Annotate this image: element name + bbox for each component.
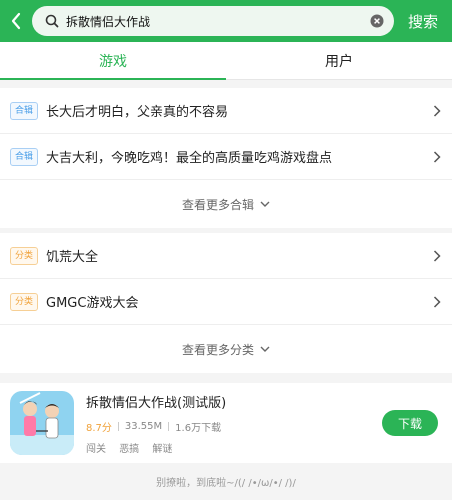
more-categories-button[interactable]: 查看更多分类 <box>0 325 452 373</box>
chevron-down-icon <box>260 201 270 208</box>
collection-item[interactable]: 合辑 长大后才明白，父亲真的不容易 <box>0 88 452 134</box>
chevron-right-icon <box>432 249 442 263</box>
category-item[interactable]: 分类 GMGC游戏大会 <box>0 279 452 325</box>
app-size: 33.55M <box>124 420 163 432</box>
back-arrow-icon <box>11 12 21 30</box>
app-tag: 恶搞 <box>119 443 140 455</box>
collection-item[interactable]: 合辑 大吉大利，今晚吃鸡！最全的高质量吃鸡游戏盘点 <box>0 134 452 180</box>
app-meta: 8.7分 33.55M 1.6万下载 <box>86 419 382 434</box>
divider <box>117 421 119 431</box>
app-downloads: 1.6万下载 <box>175 422 222 434</box>
search-button[interactable]: 搜索 <box>408 11 438 32</box>
tab-users[interactable]: 用户 <box>226 42 452 79</box>
category-item[interactable]: 分类 饥荒大全 <box>0 233 452 279</box>
search-box[interactable] <box>32 6 394 36</box>
categories-section: 分类 饥荒大全 分类 GMGC游戏大会 查看更多分类 <box>0 233 452 373</box>
search-input[interactable] <box>66 6 370 36</box>
collections-section: 合辑 长大后才明白，父亲真的不容易 合辑 大吉大利，今晚吃鸡！最全的高质量吃鸡游… <box>0 88 452 228</box>
app-info: 拆散情侣大作战(测试版) 8.7分 33.55M 1.6万下载 闯关 恶搞 解谜 <box>86 392 382 455</box>
back-button[interactable] <box>2 0 30 42</box>
clear-icon[interactable] <box>370 14 384 28</box>
app-icon[interactable] <box>10 391 74 455</box>
collection-title: 长大后才明白，父亲真的不容易 <box>46 105 229 120</box>
app-tag: 解谜 <box>152 443 173 455</box>
collection-tag: 合辑 <box>10 101 39 120</box>
chevron-right-icon <box>432 104 442 118</box>
app-tags: 闯关 恶搞 解谜 <box>86 440 382 455</box>
collection-title: 大吉大利，今晚吃鸡！最全的高质量吃鸡游戏盘点 <box>46 151 333 166</box>
category-tag: 分类 <box>10 246 39 265</box>
end-of-list-text: 别撩啦，到底啦~/(/ /•/ω/•/ /)/ <box>156 478 296 489</box>
tab-games[interactable]: 游戏 <box>0 42 226 80</box>
app-card[interactable]: 拆散情侣大作战(测试版) 8.7分 33.55M 1.6万下载 闯关 恶搞 解谜… <box>0 383 452 463</box>
collection-tag: 合辑 <box>10 147 39 166</box>
more-collections-label: 查看更多合辑 <box>181 197 254 212</box>
app-name[interactable]: 拆散情侣大作战(测试版) <box>86 392 382 411</box>
more-collections-button[interactable]: 查看更多合辑 <box>0 180 452 228</box>
search-icon <box>44 13 60 29</box>
app-score: 8.7分 <box>86 422 112 434</box>
more-categories-label: 查看更多分类 <box>181 342 254 357</box>
category-title: GMGC游戏大会 <box>46 296 139 311</box>
chevron-right-icon <box>432 295 442 309</box>
download-button[interactable]: 下载 <box>382 410 438 436</box>
top-bar: 搜索 <box>0 0 452 42</box>
category-title: 饥荒大全 <box>46 250 99 265</box>
chevron-right-icon <box>432 150 442 164</box>
category-tag: 分类 <box>10 292 39 311</box>
tab-bar: 游戏 用户 <box>0 42 452 80</box>
chevron-down-icon <box>260 346 270 353</box>
divider <box>168 421 170 431</box>
app-tag: 闯关 <box>86 443 106 455</box>
